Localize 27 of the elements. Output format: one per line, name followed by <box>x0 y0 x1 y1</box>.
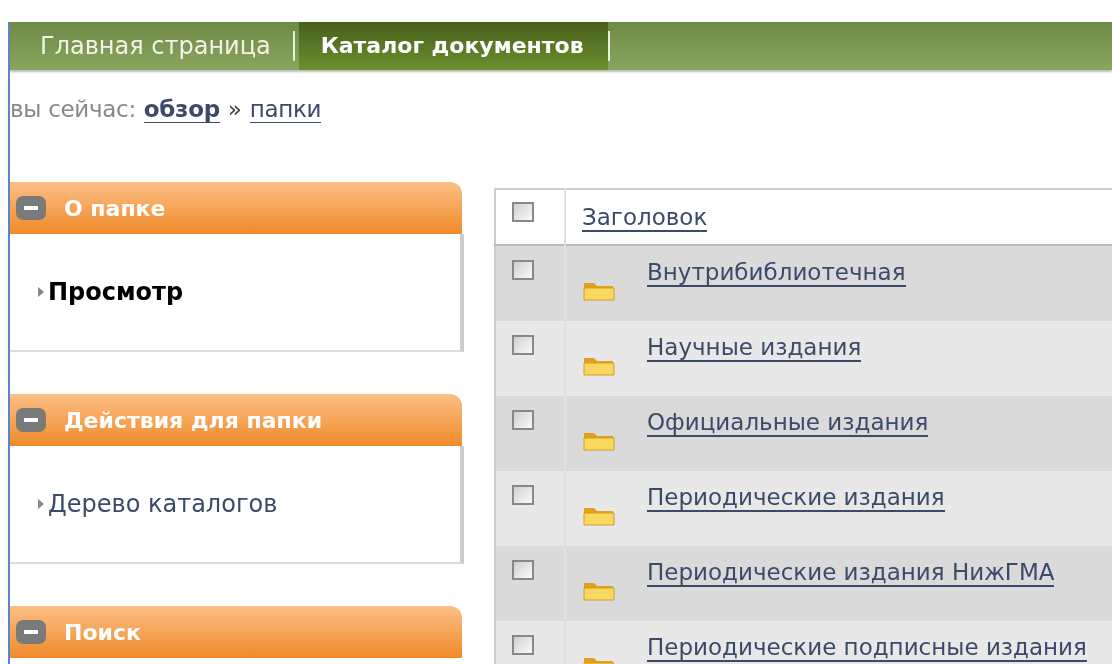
folder-link[interactable]: Официальные издания <box>647 409 929 437</box>
nav-tab[interactable]: Каталог документов <box>298 22 608 70</box>
breadcrumb-separator: » <box>227 96 242 122</box>
checkbox[interactable] <box>512 635 534 655</box>
checkbox[interactable] <box>512 560 534 580</box>
checkbox[interactable] <box>512 485 534 505</box>
portlet-link[interactable]: Дерево каталогов <box>48 490 278 518</box>
column-header[interactable]: Заголовок <box>582 204 708 232</box>
checkbox[interactable] <box>512 202 534 222</box>
collapse-icon[interactable] <box>16 620 46 644</box>
collapse-icon[interactable] <box>16 196 46 220</box>
portlet-title: Поиск <box>64 619 141 645</box>
collapse-icon[interactable] <box>16 408 46 432</box>
checkbox[interactable] <box>512 410 534 430</box>
portlet-title: Действия для папки <box>64 407 323 433</box>
checkbox[interactable] <box>512 260 534 280</box>
folder-link[interactable]: Внутрибиблиотечная <box>647 259 906 287</box>
portlet-link[interactable]: Просмотр <box>48 278 184 306</box>
portlet-title: О папке <box>64 195 166 221</box>
checkbox[interactable] <box>512 335 534 355</box>
breadcrumb-link[interactable]: папки <box>249 96 322 123</box>
folder-link[interactable]: Периодические издания <box>647 484 945 512</box>
breadcrumb-link[interactable]: обзор <box>143 96 220 123</box>
bullet-icon <box>38 499 44 509</box>
bullet-icon <box>38 287 44 297</box>
folder-link[interactable]: Научные издания <box>647 334 862 362</box>
breadcrumb-label: вы сейчас: <box>10 96 136 122</box>
